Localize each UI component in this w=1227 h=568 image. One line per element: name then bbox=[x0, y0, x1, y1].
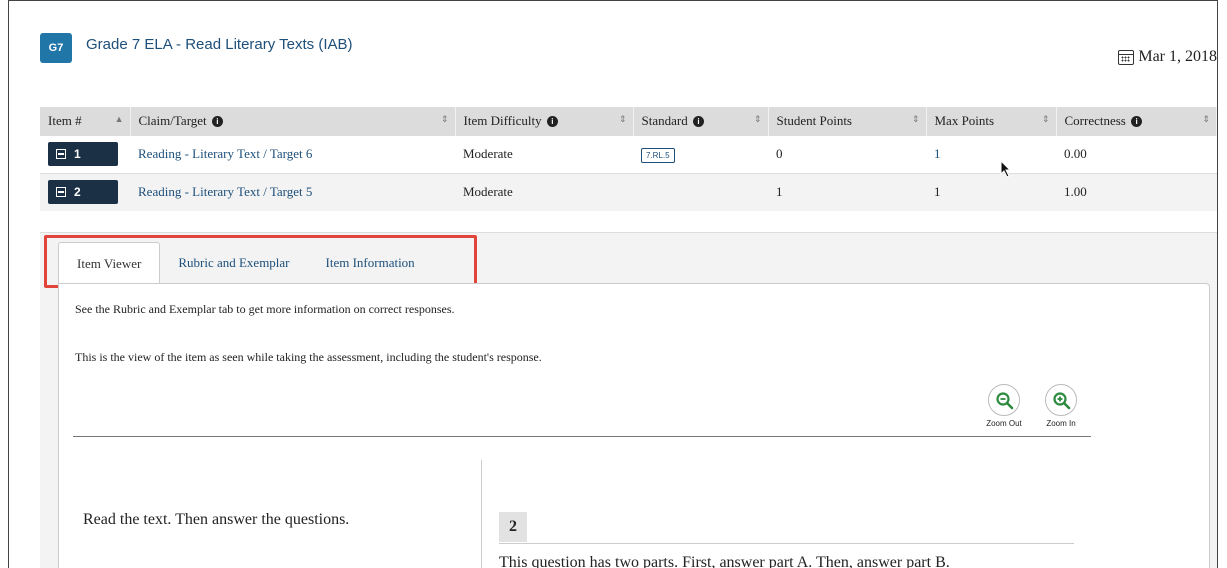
correctness-cell: 0.00 bbox=[1056, 134, 1217, 173]
tabs-highlight-box bbox=[44, 235, 477, 288]
question-rule bbox=[499, 543, 1074, 544]
view-note: This is the view of the item as seen whi… bbox=[75, 350, 542, 364]
results-table: Item # ▲ Claim/Target i ⇕ Item Difficulty … bbox=[40, 107, 1217, 211]
info-icon[interactable]: i bbox=[692, 115, 704, 127]
col-claim-target[interactable]: Claim/Target i ⇕ bbox=[130, 107, 456, 135]
item-number: 1 bbox=[74, 147, 81, 161]
claim-target-link[interactable]: Reading - Literary Text / Target 6 bbox=[138, 146, 312, 161]
col-correctness[interactable]: Correctness i ⇕ bbox=[1056, 107, 1217, 135]
item-cell: 1 bbox=[40, 134, 130, 173]
claim-target-cell: Reading - Literary Text / Target 5 bbox=[130, 172, 455, 211]
sort-icon[interactable]: ⇕ bbox=[1202, 114, 1210, 125]
col-label: Item Difficulty bbox=[463, 112, 542, 128]
col-student-points[interactable]: Student Points ⇕ bbox=[768, 107, 927, 135]
col-label: Standard bbox=[641, 112, 688, 128]
info-icon[interactable]: i bbox=[211, 115, 223, 127]
assessment-date: Mar 1, 2018 bbox=[1118, 48, 1217, 66]
viewer-divider bbox=[73, 436, 1091, 437]
col-label: Correctness bbox=[1064, 112, 1126, 128]
sort-asc-icon[interactable]: ▲ bbox=[115, 114, 124, 124]
col-label: Max Points bbox=[934, 112, 995, 128]
table-row: 1 Reading - Literary Text / Target 6 Mod… bbox=[40, 134, 1217, 173]
zoom-out-icon bbox=[988, 384, 1020, 416]
zoom-in-button[interactable]: Zoom In bbox=[1043, 384, 1079, 428]
question-text: This question has two parts. First, answ… bbox=[499, 554, 950, 568]
assessment-title[interactable]: Grade 7 ELA - Read Literary Texts (IAB) bbox=[86, 36, 353, 53]
col-max-points[interactable]: Max Points ⇕ bbox=[926, 107, 1057, 135]
col-label: Student Points bbox=[776, 112, 853, 128]
standard-badge[interactable]: 7.RL.5 bbox=[641, 147, 675, 163]
standard-cell: 7.RL.5 bbox=[633, 134, 768, 173]
student-points-cell: 0 bbox=[768, 134, 926, 173]
sort-icon[interactable]: ⇕ bbox=[619, 114, 627, 125]
zoom-in-icon bbox=[1045, 384, 1077, 416]
col-item-difficulty[interactable]: Item Difficulty i ⇕ bbox=[455, 107, 634, 135]
date-text: Mar 1, 2018 bbox=[1138, 48, 1217, 65]
sort-icon[interactable]: ⇕ bbox=[912, 114, 920, 125]
max-points-link[interactable]: 1 bbox=[934, 146, 941, 161]
difficulty-cell: Moderate bbox=[455, 172, 633, 211]
item-viewer-content: See the Rubric and Exemplar tab to get m… bbox=[58, 283, 1210, 568]
collapse-icon bbox=[56, 149, 66, 159]
col-standard[interactable]: Standard i ⇕ bbox=[633, 107, 769, 135]
claim-target-link[interactable]: Reading - Literary Text / Target 5 bbox=[138, 184, 312, 199]
passage-instruction: Read the text. Then answer the questions… bbox=[83, 511, 350, 528]
sort-icon[interactable]: ⇕ bbox=[441, 114, 449, 125]
claim-target-cell: Reading - Literary Text / Target 6 bbox=[130, 134, 455, 173]
difficulty-cell: Moderate bbox=[455, 134, 633, 173]
sort-icon[interactable]: ⇕ bbox=[1042, 114, 1050, 125]
item-toggle-button[interactable]: 2 bbox=[48, 180, 118, 205]
col-label: Claim/Target bbox=[138, 112, 207, 128]
table-row: 2 Reading - Literary Text / Target 5 Mod… bbox=[40, 172, 1217, 211]
max-points-cell: 1 bbox=[926, 134, 1056, 173]
question-number: 2 bbox=[499, 512, 527, 542]
sort-icon[interactable]: ⇕ bbox=[754, 114, 762, 125]
zoom-out-button[interactable]: Zoom Out bbox=[986, 384, 1022, 428]
grade-badge: G7 bbox=[40, 33, 72, 63]
rubric-note: See the Rubric and Exemplar tab to get m… bbox=[75, 302, 455, 316]
info-icon[interactable]: i bbox=[1131, 115, 1143, 127]
table-header-row: Item # ▲ Claim/Target i ⇕ Item Difficulty … bbox=[40, 107, 1217, 135]
zoom-in-label: Zoom In bbox=[1046, 419, 1076, 428]
item-toggle-button[interactable]: 1 bbox=[48, 142, 118, 166]
item-cell: 2 bbox=[40, 172, 130, 211]
passage-question-divider bbox=[481, 460, 482, 568]
correctness-cell: 1.00 bbox=[1056, 172, 1217, 211]
zoom-out-label: Zoom Out bbox=[986, 419, 1022, 428]
col-item-number[interactable]: Item # ▲ bbox=[40, 107, 131, 135]
item-number: 2 bbox=[74, 185, 81, 200]
standard-cell bbox=[633, 172, 768, 211]
calendar-icon bbox=[1118, 49, 1135, 65]
col-label: Item # bbox=[48, 112, 82, 128]
info-icon[interactable]: i bbox=[546, 115, 558, 127]
student-points-cell: 1 bbox=[768, 172, 926, 211]
collapse-icon bbox=[56, 187, 66, 198]
max-points-cell: 1 bbox=[926, 172, 1056, 211]
